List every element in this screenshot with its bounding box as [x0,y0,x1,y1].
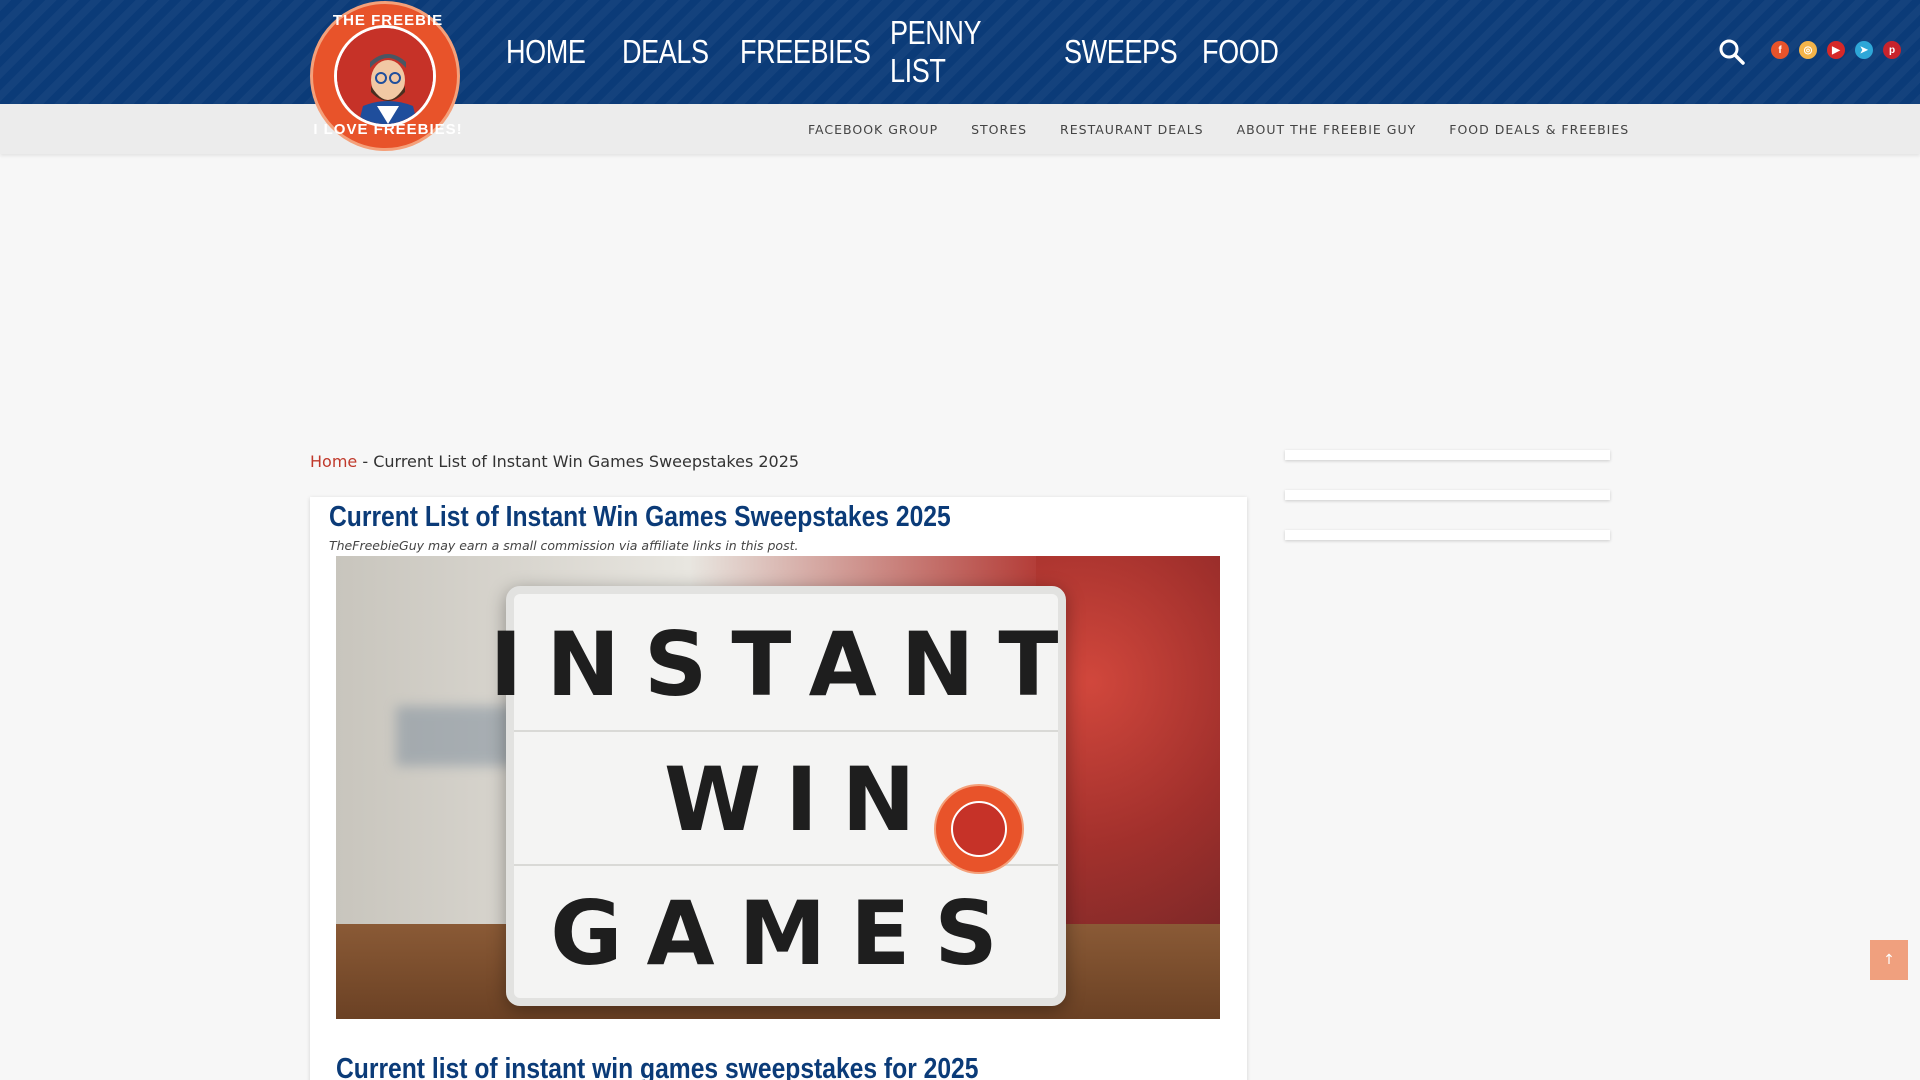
breadcrumb-separator: - [357,452,374,471]
sign-logo-inner [951,801,1007,857]
nav-freebies[interactable]: FREEBIES [740,33,871,71]
back-to-top-button[interactable]: ↑ [1870,940,1908,980]
sidebar-widget-1 [1285,450,1610,460]
secondary-nav-items: FACEBOOK GROUP STORES RESTAURANT DEALS A… [808,104,1662,154]
pinterest-icon[interactable]: p [1883,41,1901,59]
facebook-icon[interactable]: f [1771,41,1789,59]
article-card: Current List of Instant Win Games Sweeps… [310,497,1247,1080]
page-title: Current List of Instant Win Games Sweeps… [329,501,951,533]
nav-food[interactable]: FOOD [1202,33,1279,71]
nav-deals[interactable]: DEALS [622,33,715,71]
hero-image: INSTANT WIN GAMES [336,556,1220,1019]
sign-line-3: GAMES [514,864,1058,1000]
breadcrumb: Home - Current List of Instant Win Games… [310,452,799,471]
subnav-about[interactable]: ABOUT THE FREEBIE GUY [1237,122,1417,137]
sign-line-1: INSTANT [489,612,1083,716]
logo-text-bottom: I LOVE FREEBIES! [313,121,463,138]
subnav-food-deals[interactable]: FOOD DEALS & FREEBIES [1449,122,1629,137]
nav-home[interactable]: HOME [506,33,598,71]
breadcrumb-home[interactable]: Home [310,452,357,471]
sidebar-widget-3 [1285,530,1610,540]
main-nav: HOME DEALS FREEBIES PENNY LIST SWEEPS FO… [506,0,1286,104]
site-header: HOME DEALS FREEBIES PENNY LIST SWEEPS FO… [0,0,1920,104]
sign-logo-badge [934,784,1024,874]
youtube-icon[interactable]: ▶ [1827,41,1845,59]
sidebar-widget-2 [1285,490,1610,500]
site-logo[interactable]: THE FREEBIE GUY I LOVE FREEBIES! [310,1,463,151]
breadcrumb-current: Current List of Instant Win Games Sweeps… [373,452,800,471]
lightbox-sign: INSTANT WIN GAMES [489,586,1083,1006]
secondary-nav: FACEBOOK GROUP STORES RESTAURANT DEALS A… [0,104,1920,154]
section-heading: Current list of instant win games sweeps… [336,1053,979,1080]
social-links: f ◎ ▶ ➤ p [1771,41,1901,59]
nav-sweeps[interactable]: SWEEPS [1064,33,1178,71]
subnav-stores[interactable]: STORES [971,122,1027,137]
search-icon[interactable] [1718,38,1746,66]
subnav-restaurant-deals[interactable]: RESTAURANT DEALS [1060,122,1204,137]
affiliate-disclaimer: TheFreebieGuy may earn a small commissio… [329,538,799,553]
logo-avatar [334,25,436,127]
subnav-facebook-group[interactable]: FACEBOOK GROUP [808,122,938,137]
instagram-icon[interactable]: ◎ [1799,41,1817,59]
telegram-icon[interactable]: ➤ [1855,41,1873,59]
nav-penny-list[interactable]: PENNY LIST [890,14,1029,90]
